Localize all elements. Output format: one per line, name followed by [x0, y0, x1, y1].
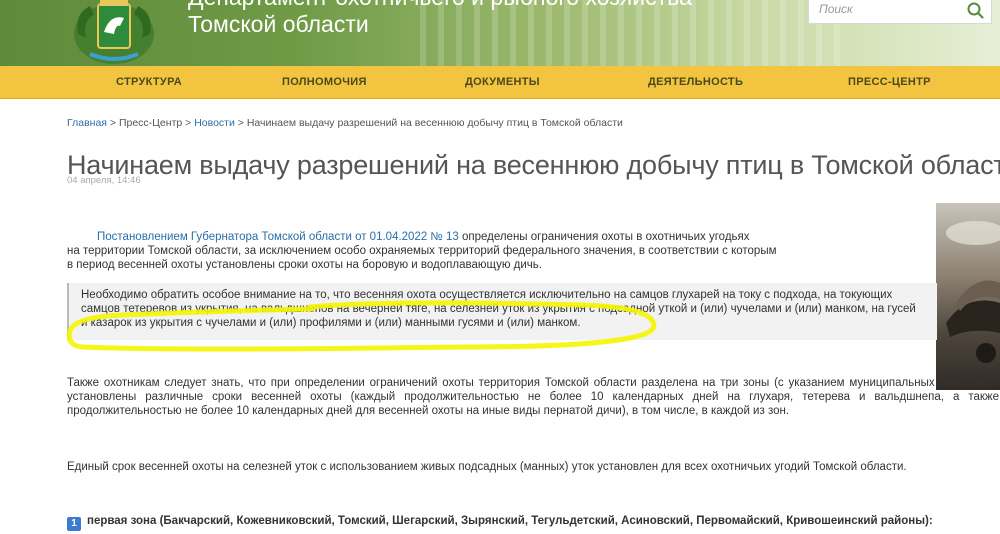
article-date: 04 апреля, 14:46 [67, 175, 141, 186]
article-paragraph-2: Также охотникам следует знать, что при о… [67, 377, 999, 417]
breadcrumb-home-link[interactable]: Главная [67, 117, 107, 129]
zone-1-text: первая зона (Бакчарский, Кожевниковский,… [87, 515, 933, 527]
article-paragraph-1: Постановлением Губернатора Томской облас… [67, 230, 867, 272]
breadcrumb-separator: > [234, 117, 247, 129]
department-title[interactable]: Департамент охотничьего и рыбного хозяйс… [188, 0, 692, 38]
nav-item-press-center[interactable]: ПРЕСС-ЦЕНТР [848, 66, 931, 99]
breadcrumb-separator: > [106, 117, 119, 129]
paragraph-1-line3: в период весенней охоты установлены срок… [67, 259, 542, 271]
article-photo[interactable] [936, 203, 1000, 390]
paragraph-1-line2: на территории Томской области, за исключ… [67, 245, 777, 257]
zone-1-heading: 1 первая зона (Бакчарский, Кожевниковский… [67, 515, 933, 531]
search-box [808, 0, 992, 24]
search-input[interactable] [809, 0, 959, 23]
important-notice-quote: Необходимо обратить особое внимание на т… [67, 283, 937, 340]
tomsk-coat-of-arms-icon[interactable] [70, 0, 158, 64]
nav-item-activity[interactable]: ДЕЯТЕЛЬНОСТЬ [648, 66, 743, 99]
site-header: Департамент охотничьего и рыбного хозяйс… [0, 0, 1000, 66]
paragraph-1-line1: определены ограничения охоты в охотничьи… [458, 231, 750, 243]
page-title: Начинаем выдачу разрешений на весеннюю д… [67, 150, 1000, 180]
main-nav: СТРУКТУРА ПОЛНОМОЧИЯ ДОКУМЕНТЫ ДЕЯТЕЛЬНО… [0, 66, 1000, 99]
nav-item-powers[interactable]: ПОЛНОМОЧИЯ [282, 66, 367, 99]
decree-link[interactable]: Постановлением Губернатора Томской облас… [97, 231, 459, 243]
breadcrumb-current: Начинаем выдачу разрешений на весеннюю д… [246, 117, 623, 129]
department-title-line1: Департамент охотничьего и рыбного хозяйс… [188, 0, 692, 11]
keycap-one-icon: 1 [67, 517, 81, 531]
article-paragraph-3: Единый срок весенней охоты на селезней у… [67, 461, 907, 473]
nav-item-documents[interactable]: ДОКУМЕНТЫ [465, 66, 540, 99]
breadcrumb-separator: > [182, 117, 195, 129]
breadcrumb: Главная > Пресс-Центр > Новости > Начина… [67, 117, 623, 129]
search-icon[interactable] [965, 0, 987, 20]
breadcrumb-press-center[interactable]: Пресс-Центр [119, 117, 182, 129]
department-title-line2: Томской области [188, 11, 369, 37]
nav-item-structure[interactable]: СТРУКТУРА [116, 66, 182, 99]
breadcrumb-news-link[interactable]: Новости [194, 117, 235, 129]
